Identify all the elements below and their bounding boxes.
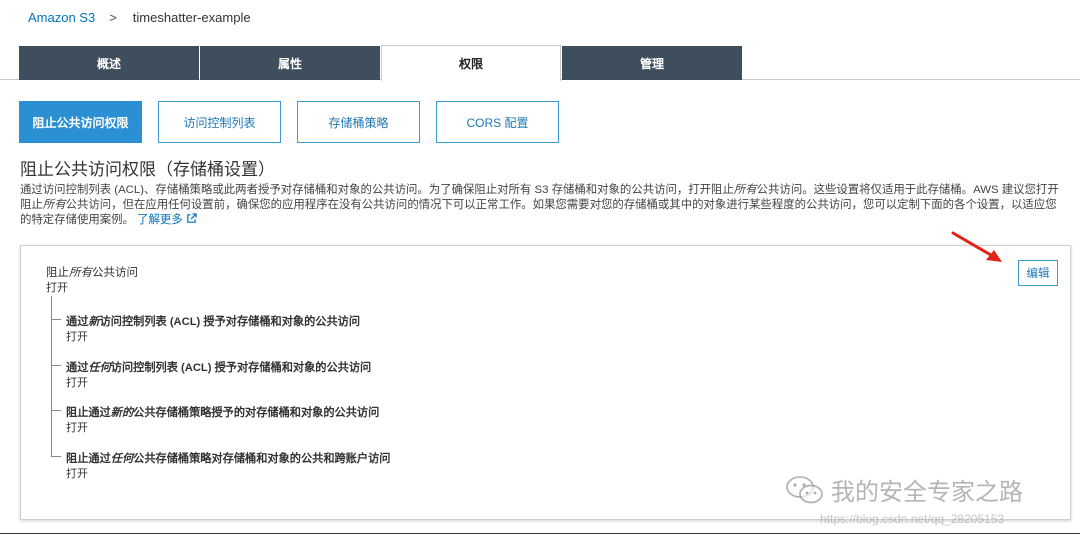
url-watermark: https://blog.csdn.net/qq_28205153 — [820, 512, 1005, 526]
access-control-list-button[interactable]: 访问控制列表 — [158, 101, 281, 143]
tab-overview[interactable]: 概述 — [19, 46, 199, 80]
block-public-access-button[interactable]: 阻止公共访问权限 — [19, 101, 142, 143]
bottom-divider — [0, 533, 1080, 534]
breadcrumb-separator: > — [109, 9, 117, 25]
wechat-watermark: 我的安全专家之路 — [785, 472, 1023, 507]
tree-branch — [51, 456, 61, 457]
setting-any-acl-title: 通过任何访问控制列表 (ACL) 授予对存储桶和对象的公共访问 — [66, 362, 372, 374]
setting-new-policy-title: 阻止通过新的公共存储桶策略授予的对存储桶和对象的公共访问 — [66, 407, 380, 419]
tree-branch — [51, 410, 61, 411]
setting-any-policy-title: 阻止通过任何公共存储桶策略对存储桶和对象的公共和跨账户访问 — [66, 453, 391, 465]
breadcrumb-link-amazon-s3[interactable]: Amazon S3 — [28, 10, 95, 25]
tab-bar: 概述 属性 权限 管理 — [0, 44, 1080, 81]
setting-any-acl-value: 打开 — [66, 377, 88, 389]
breadcrumb-current-bucket: timeshatter-example — [132, 9, 251, 25]
tab-management[interactable]: 管理 — [562, 46, 742, 80]
red-arrow-annotation-icon — [951, 231, 1002, 262]
block-all-public-access-title: 阻止所有公共访问 — [46, 267, 138, 279]
bucket-policy-button[interactable]: 存储桶策略 — [297, 101, 420, 143]
wechat-logo-icon — [786, 475, 823, 503]
block-all-public-access-value: 打开 — [46, 282, 68, 294]
breadcrumb: Amazon S3 > timeshatter-example — [28, 9, 251, 25]
setting-new-acl-title: 通过新访问控制列表 (ACL) 授予对存储桶和对象的公共访问 — [66, 316, 361, 328]
edit-button[interactable]: 编辑 — [1018, 260, 1058, 286]
tree-branch — [51, 319, 61, 320]
tree-branch — [51, 365, 61, 366]
setting-new-policy-value: 打开 — [66, 422, 88, 434]
learn-more-link[interactable]: 了解更多 — [137, 214, 183, 226]
tab-permissions[interactable]: 权限 — [381, 45, 561, 81]
tree-connector-line — [51, 296, 52, 456]
section-title: 阻止公共访问权限（存储桶设置） — [20, 160, 275, 179]
setting-any-policy-value: 打开 — [66, 468, 88, 480]
tab-properties[interactable]: 属性 — [200, 46, 380, 80]
external-link-icon[interactable] — [186, 213, 197, 226]
cors-configuration-button[interactable]: CORS 配置 — [436, 101, 559, 143]
watermark-text: 我的安全专家之路 — [831, 479, 1023, 506]
setting-new-acl-value: 打开 — [66, 331, 88, 343]
section-description: 通过访问控制列表 (ACL)、存储桶策略或此两者授予对存储桶和对象的公共访问。为… — [20, 184, 1059, 226]
